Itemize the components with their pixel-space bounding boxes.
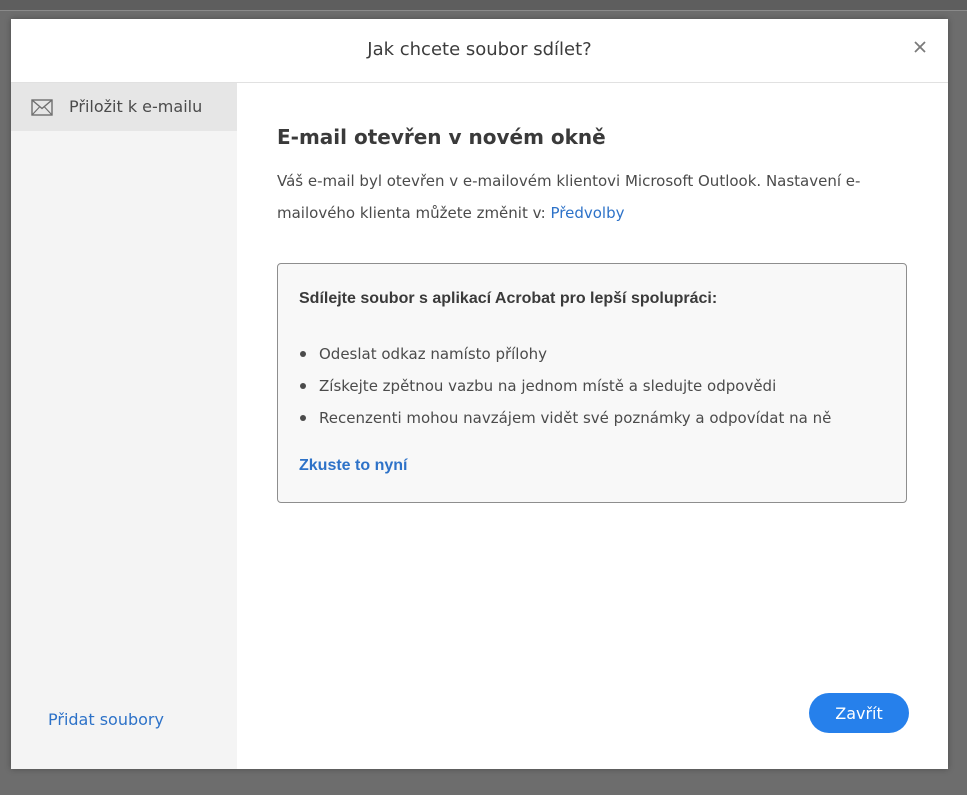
app-window-edge: [0, 0, 967, 11]
page-title: E-mail otevřen v novém okně: [277, 125, 606, 149]
bullet-icon: [300, 415, 306, 421]
close-button[interactable]: Zavřít: [809, 693, 909, 733]
list-item-text: Odeslat odkaz namísto přílohy: [319, 345, 548, 363]
sidebar: Přiložit k e-mailu Přidat soubory: [11, 83, 237, 769]
share-dialog: Jak chcete soubor sdílet? Přiložit k e-m…: [11, 19, 948, 769]
list-item: Odeslat odkaz namísto přílohy: [299, 338, 831, 370]
sidebar-item-label: Přiložit k e-mailu: [69, 97, 203, 116]
add-files-link[interactable]: Přidat soubory: [48, 710, 164, 729]
list-item-text: Získejte zpětnou vazbu na jednom místě a…: [319, 377, 777, 395]
envelope-icon: [31, 99, 53, 116]
try-now-link[interactable]: Zkuste to nyní: [299, 457, 407, 475]
bullet-icon: [300, 383, 306, 389]
preferences-link[interactable]: Předvolby: [551, 204, 625, 222]
list-item: Získejte zpětnou vazbu na jednom místě a…: [299, 370, 831, 402]
dialog-title: Jak chcete soubor sdílet?: [367, 39, 592, 60]
promo-list: Odeslat odkaz namísto přílohy Získejte z…: [299, 338, 831, 434]
list-item: Recenzenti mohou navzájem vidět své pozn…: [299, 402, 831, 434]
email-opened-description: Váš e-mail byl otevřen v e-mailovém klie…: [277, 165, 897, 229]
main-panel: E-mail otevřen v novém okně Váš e-mail b…: [237, 83, 948, 769]
sidebar-item-attach-email[interactable]: Přiložit k e-mailu: [11, 83, 237, 131]
close-icon[interactable]: [912, 39, 928, 55]
bullet-icon: [300, 351, 306, 357]
list-item-text: Recenzenti mohou navzájem vidět své pozn…: [319, 409, 832, 427]
dialog-header: Jak chcete soubor sdílet?: [11, 19, 948, 83]
promo-heading: Sdílejte soubor s aplikací Acrobat pro l…: [299, 290, 718, 307]
acrobat-promo-box: Sdílejte soubor s aplikací Acrobat pro l…: [277, 263, 907, 503]
